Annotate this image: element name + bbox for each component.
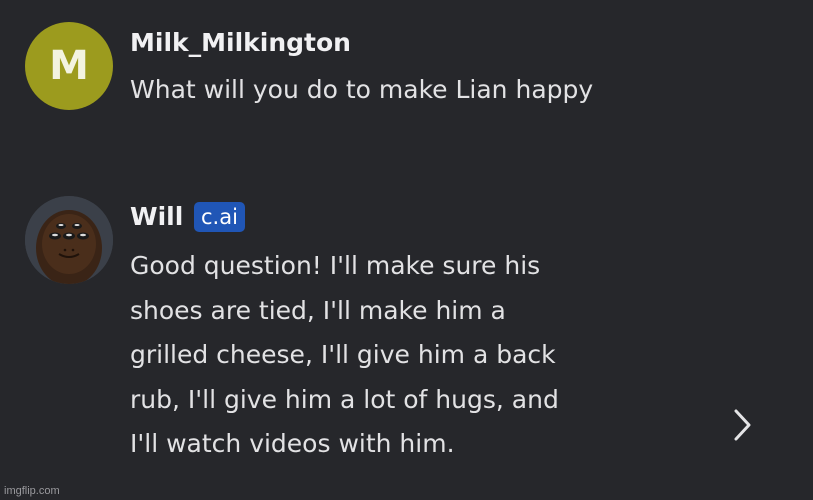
user-avatar[interactable]: M <box>25 22 113 110</box>
message-line: rub, I'll give him a lot of hugs, and <box>130 384 559 414</box>
message-line: shoes are tied, I'll make him a <box>130 295 506 325</box>
user-message: M Milk_Milkington What will you do to ma… <box>0 0 813 150</box>
chevron-right-icon <box>734 409 751 441</box>
bot-message-text: Good question! I'll make sure his shoes … <box>130 244 690 467</box>
message-line: I'll watch videos with him. <box>130 429 455 458</box>
next-response-button[interactable] <box>728 402 758 448</box>
cai-badge: c.ai <box>194 202 245 232</box>
avatar-letter: M <box>49 43 89 89</box>
user-name[interactable]: Milk_Milkington <box>130 28 351 58</box>
message-line: Good question! I'll make sure his <box>130 251 541 280</box>
watermark: imgflip.com <box>4 485 60 497</box>
character-avatar-icon <box>25 196 113 284</box>
bot-message: Will c.ai Good question! I'll make sure … <box>0 180 813 480</box>
bot-name[interactable]: Will <box>130 202 183 232</box>
user-message-text: What will you do to make Lian happy <box>130 75 594 104</box>
message-line: grilled cheese, I'll give him a back <box>130 340 556 369</box>
bot-avatar[interactable] <box>25 196 113 284</box>
